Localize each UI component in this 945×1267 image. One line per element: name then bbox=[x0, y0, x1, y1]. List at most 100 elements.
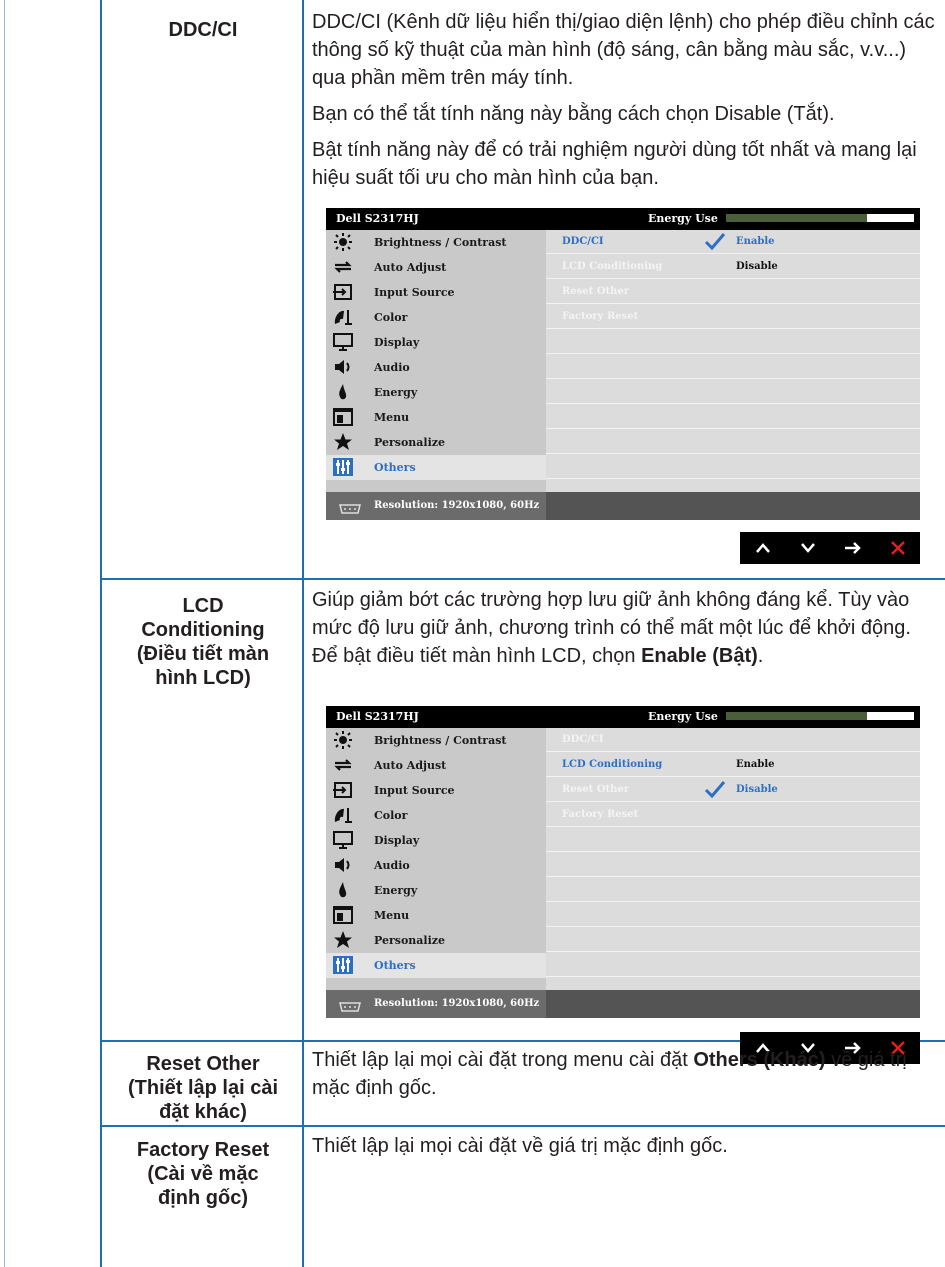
osd-submenu-row bbox=[546, 380, 920, 404]
osd-menu-item[interactable]: Display bbox=[326, 330, 546, 355]
energy-icon bbox=[332, 880, 356, 900]
osd-menu-label: Display bbox=[374, 834, 420, 847]
down-arrow-icon[interactable] bbox=[785, 532, 830, 564]
osd-menu-item[interactable]: Input Source bbox=[326, 778, 546, 803]
osd-submenu-row bbox=[546, 455, 920, 479]
osd-title-bar: Dell S2317HJ Energy Use bbox=[326, 706, 920, 728]
desc-paragraph: DDC/CI (Kênh dữ liệu hiển thị/giao diện … bbox=[312, 11, 935, 89]
osd-menu-item[interactable]: Audio bbox=[326, 853, 546, 878]
osd-menu-item[interactable]: Auto Adjust bbox=[326, 753, 546, 778]
osd-menu-item[interactable]: Color bbox=[326, 305, 546, 330]
osd-submenu-row[interactable]: DDC/CI bbox=[546, 728, 920, 752]
osd-menu-label: Input Source bbox=[374, 784, 455, 797]
osd-option-label: Factory Reset bbox=[562, 311, 639, 322]
osd-menu-item[interactable]: Personalize bbox=[326, 430, 546, 455]
osd-menu-item[interactable]: Brightness / Contrast bbox=[326, 230, 546, 255]
energy-use-bar bbox=[726, 214, 914, 222]
right-arrow-icon[interactable] bbox=[830, 532, 875, 564]
resolution-text: Resolution: 1920x1080, 60Hz bbox=[374, 998, 540, 1009]
osd-menu-label: Menu bbox=[374, 411, 410, 424]
osd-menu-label: Auto Adjust bbox=[374, 261, 447, 274]
osd-option-value-wrap[interactable]: Enable bbox=[546, 230, 920, 253]
osd-submenu-row[interactable]: Factory Reset bbox=[546, 803, 920, 827]
osd-option-label: Factory Reset bbox=[562, 809, 639, 820]
term-factory-reset: Factory Reset (Cài về mặc định gốc) bbox=[110, 1138, 296, 1210]
osd-menu-item[interactable]: Menu bbox=[326, 903, 546, 928]
osd-screenshot-ddcci: Dell S2317HJ Energy Use Brightness / Contr… bbox=[326, 208, 920, 520]
term-lcd-conditioning: LCD Conditioning (Điều tiết màn hình LCD… bbox=[110, 594, 296, 690]
osd-submenu-row[interactable]: LCD Conditioning Enable Disable bbox=[546, 753, 920, 799]
osd-menu-item[interactable]: Display bbox=[326, 828, 546, 853]
brightness-icon bbox=[332, 730, 356, 750]
osd-option-value-wrap[interactable]: Enable bbox=[546, 753, 920, 776]
osd-menu-label: Others bbox=[374, 959, 416, 972]
desc-paragraph: Bạn có thể tắt tính năng này bằng cách c… bbox=[312, 103, 835, 125]
others-icon bbox=[332, 955, 356, 975]
desc-paragraph: Thiết lập lại mọi cài đặt trong menu cài… bbox=[312, 1046, 940, 1102]
table-border-outer bbox=[4, 0, 5, 1267]
desc-text: Thiết lập lại mọi cài đặt trong menu cài… bbox=[312, 1049, 694, 1071]
osd-menu-item[interactable]: Input Source bbox=[326, 280, 546, 305]
osd-menu-label: Auto Adjust bbox=[374, 759, 447, 772]
osd-menu-label: Audio bbox=[374, 361, 410, 374]
osd-menu-label: Personalize bbox=[374, 436, 446, 449]
osd-menu-item[interactable]: Energy bbox=[326, 878, 546, 903]
desc-bold: Enable (Bật) bbox=[641, 645, 758, 667]
osd-menu-item[interactable]: Others bbox=[326, 953, 546, 978]
osd-submenu: DDC/CI Enable Disable LCD Conditioning Reset… bbox=[546, 230, 920, 492]
term-line: (Điều tiết màn bbox=[136, 643, 270, 665]
osd-main-menu: Brightness / Contrast Auto Adjust Input So… bbox=[326, 230, 546, 492]
osd-submenu-row[interactable]: Factory Reset bbox=[546, 305, 920, 329]
audio-icon bbox=[332, 855, 356, 875]
table-border-middle bbox=[302, 0, 304, 1267]
term-line: hình LCD) bbox=[155, 667, 251, 689]
brightness-icon bbox=[332, 232, 356, 252]
term-reset-other: Reset Other (Thiết lập lại cài đặt khác) bbox=[110, 1052, 296, 1124]
term-line: Factory Reset bbox=[136, 1139, 270, 1161]
up-arrow-icon[interactable] bbox=[740, 532, 785, 564]
osd-menu-item[interactable]: Audio bbox=[326, 355, 546, 380]
osd-menu-label: Menu bbox=[374, 909, 410, 922]
osd-status-bar: Resolution: 1920x1080, 60Hz bbox=[326, 492, 920, 520]
resolution-text: Resolution: 1920x1080, 60Hz bbox=[374, 500, 540, 511]
osd-submenu-row[interactable]: Reset Other bbox=[546, 280, 920, 304]
osd-menu-label: Personalize bbox=[374, 934, 446, 947]
close-icon[interactable] bbox=[875, 532, 920, 564]
osd-menu-item[interactable]: Brightness / Contrast bbox=[326, 728, 546, 753]
osd-menu-item[interactable]: Color bbox=[326, 803, 546, 828]
osd-submenu-row bbox=[546, 355, 920, 379]
osd-menu-label: Display bbox=[374, 336, 420, 349]
osd-nav-buttons bbox=[740, 532, 920, 564]
menu-icon bbox=[332, 905, 356, 925]
energy-use-bar bbox=[726, 712, 914, 720]
osd-menu-item[interactable]: Energy bbox=[326, 380, 546, 405]
desc-factory-reset: Thiết lập lại mọi cài đặt về giá trị mặc… bbox=[312, 1132, 940, 1168]
osd-submenu-row[interactable]: DDC/CI Enable Disable bbox=[546, 230, 920, 272]
osd-option-label: LCD Conditioning bbox=[562, 261, 663, 272]
osd-option-value: Enable bbox=[736, 759, 775, 770]
osd-submenu-row bbox=[546, 405, 920, 429]
osd-menu-item[interactable]: Personalize bbox=[326, 928, 546, 953]
desc-ddcci: DDC/CI (Kênh dữ liệu hiển thị/giao diện … bbox=[312, 8, 940, 200]
display-icon bbox=[332, 830, 356, 850]
osd-menu-item[interactable]: Menu bbox=[326, 405, 546, 430]
desc-tail: . bbox=[757, 645, 764, 667]
display-icon bbox=[332, 332, 356, 352]
desc-text: Giúp giảm bớt các trường hợp lưu giữ ảnh… bbox=[312, 589, 911, 667]
osd-submenu-row bbox=[546, 903, 920, 927]
energy-icon bbox=[332, 382, 356, 402]
osd-option-label: Reset Other bbox=[562, 286, 629, 297]
checkmark-icon bbox=[704, 232, 726, 253]
osd-submenu-row bbox=[546, 828, 920, 852]
term-line: (Cài về mặc bbox=[147, 1163, 259, 1185]
osd-menu-item[interactable]: Auto Adjust bbox=[326, 255, 546, 280]
term-line: Reset Other bbox=[146, 1053, 260, 1075]
osd-menu-item[interactable]: Others bbox=[326, 455, 546, 480]
osd-menu-label: Energy bbox=[374, 386, 418, 399]
osd-submenu-row bbox=[546, 853, 920, 877]
star-icon bbox=[332, 432, 356, 452]
desc-bold: Others (Khác) bbox=[693, 1049, 826, 1071]
osd-submenu-row[interactable]: Reset Other bbox=[546, 778, 920, 802]
desc-reset-other: Thiết lập lại mọi cài đặt trong menu cài… bbox=[312, 1046, 940, 1110]
osd-submenu-row[interactable]: LCD Conditioning bbox=[546, 255, 920, 279]
